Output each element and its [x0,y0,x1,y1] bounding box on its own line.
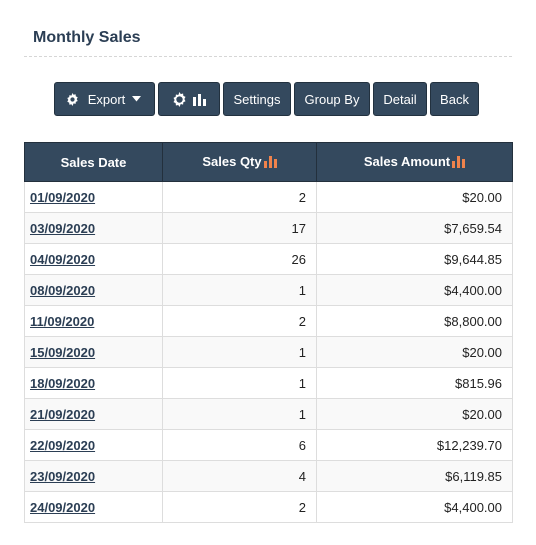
qty-cell: 2 [162,305,317,337]
table-row: 01/09/2020 2 $20.00 [24,181,513,213]
column-header-sales-date[interactable]: Sales Date [24,142,163,182]
sort-bars-icon[interactable] [263,155,277,171]
date-link[interactable]: 23/09/2020 [30,469,95,484]
qty-cell: 1 [162,367,317,399]
date-link[interactable]: 18/09/2020 [30,376,95,391]
qty-cell: 1 [162,398,317,430]
qty-cell: 2 [162,181,317,213]
amount-cell: $12,239.70 [316,429,513,461]
sales-table: Sales Date Sales Qty Sales Amount 01/09/… [24,142,513,523]
qty-cell: 26 [162,243,317,275]
qty-cell: 6 [162,429,317,461]
date-cell: 18/09/2020 [24,367,163,399]
title-divider [24,56,512,57]
qty-cell: 1 [162,336,317,368]
back-button[interactable]: Back [430,82,479,116]
date-cell: 01/09/2020 [24,181,163,213]
date-cell: 08/09/2020 [24,274,163,306]
qty-cell: 1 [162,274,317,306]
column-header-sales-qty[interactable]: Sales Qty [162,142,317,182]
date-cell: 15/09/2020 [24,336,163,368]
amount-cell: $20.00 [316,181,513,213]
date-cell: 24/09/2020 [24,491,163,523]
sort-bars-icon[interactable] [452,155,466,171]
detail-button[interactable]: Detail [373,82,427,116]
group-by-button[interactable]: Group By [294,82,370,116]
amount-cell: $7,659.54 [316,212,513,244]
date-link[interactable]: 08/09/2020 [30,283,95,298]
date-link[interactable]: 03/09/2020 [30,221,95,236]
date-link[interactable]: 15/09/2020 [30,345,95,360]
column-header-label: Sales Qty [202,153,262,169]
date-cell: 23/09/2020 [24,460,163,492]
amount-cell: $8,800.00 [316,305,513,337]
table-row: 04/09/2020 26 $9,644.85 [24,243,513,275]
date-link[interactable]: 21/09/2020 [30,407,95,422]
caret-down-icon [132,96,142,102]
gear-icon [66,92,79,106]
amount-cell: $20.00 [316,398,513,430]
date-cell: 21/09/2020 [24,398,163,430]
export-button[interactable]: Export [54,82,155,116]
amount-cell: $4,400.00 [316,274,513,306]
table-row: 11/09/2020 2 $8,800.00 [24,305,513,337]
amount-cell: $4,400.00 [316,491,513,523]
date-link[interactable]: 24/09/2020 [30,500,95,515]
page-title: Monthly Sales [33,29,141,46]
table-row: 24/09/2020 2 $4,400.00 [24,491,513,523]
export-label: Export [87,91,126,107]
date-cell: 03/09/2020 [24,212,163,244]
date-cell: 22/09/2020 [24,429,163,461]
date-cell: 11/09/2020 [24,305,163,337]
table-row: 23/09/2020 4 $6,119.85 [24,460,513,492]
amount-cell: $6,119.85 [316,460,513,492]
table-row: 22/09/2020 6 $12,239.70 [24,429,513,461]
table-row: 21/09/2020 1 $20.00 [24,398,513,430]
amount-cell: $9,644.85 [316,243,513,275]
table-row: 08/09/2020 1 $4,400.00 [24,274,513,306]
qty-cell: 4 [162,460,317,492]
gear-outline-icon [172,91,187,107]
toolbar: Export Settings Group By Detail Back [54,82,479,116]
amount-cell: $20.00 [316,336,513,368]
qty-cell: 2 [162,491,317,523]
amount-cell: $815.96 [316,367,513,399]
bar-chart-icon [192,92,207,106]
date-link[interactable]: 01/09/2020 [30,190,95,205]
column-header-sales-amount[interactable]: Sales Amount [316,142,513,182]
date-link[interactable]: 22/09/2020 [30,438,95,453]
column-header-label: Sales Date [60,154,127,170]
table-header-row: Sales Date Sales Qty Sales Amount [24,142,513,182]
column-header-label: Sales Amount [363,153,451,169]
qty-cell: 17 [162,212,317,244]
settings-button[interactable]: Settings [223,82,291,116]
table-row: 03/09/2020 17 $7,659.54 [24,212,513,244]
table-row: 18/09/2020 1 $815.96 [24,367,513,399]
date-link[interactable]: 04/09/2020 [30,252,95,267]
table-row: 15/09/2020 1 $20.00 [24,336,513,368]
date-cell: 04/09/2020 [24,243,163,275]
date-link[interactable]: 11/09/2020 [30,314,94,329]
chart-settings-button[interactable] [158,82,220,116]
